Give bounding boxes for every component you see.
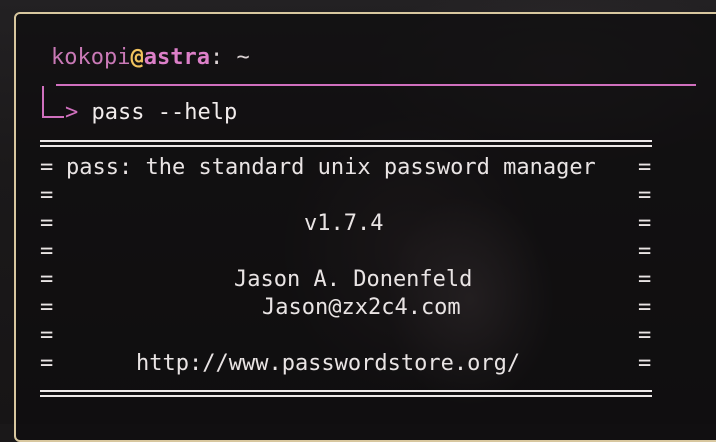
command-line[interactable]: > pass --help xyxy=(65,99,237,127)
banner-right-border: = xyxy=(638,238,651,266)
pass-help-banner: = pass: the standard unix password manag… xyxy=(40,140,652,400)
banner-left-border: = xyxy=(40,210,53,238)
prompt-path: ~ xyxy=(236,45,249,70)
prompt-branch-connector xyxy=(42,86,64,118)
banner-right-border: = xyxy=(638,294,651,322)
shell-prompt: kokopi@astra: ~ xyxy=(51,44,250,72)
banner-row-author: = Jason A. Donenfeld = xyxy=(40,266,660,294)
banner-left-border: = xyxy=(40,266,53,294)
banner-left-border: = xyxy=(40,322,53,350)
banner-bottom-border xyxy=(40,390,652,397)
banner-row-blank: = = xyxy=(40,182,660,210)
banner-left-border: = xyxy=(40,154,53,182)
terminal-window[interactable]: kokopi@astra: ~ > pass --help = pass: th… xyxy=(14,12,716,442)
banner-row-website: = http://www.passwordstore.org/ = xyxy=(40,350,660,378)
banner-right-border: = xyxy=(638,350,651,378)
banner-right-border: = xyxy=(638,154,651,182)
banner-left-border: = xyxy=(40,350,53,378)
banner-right-border: = xyxy=(638,210,651,238)
prompt-at-sign: @ xyxy=(130,45,143,70)
banner-row-email: = Jason@zx2c4.com = xyxy=(40,294,660,322)
prompt-hostname: astra xyxy=(144,45,210,70)
banner-right-border: = xyxy=(638,322,651,350)
banner-row-version: = v1.7.4 = xyxy=(40,210,660,238)
command-text: pass --help xyxy=(92,100,238,125)
banner-version: v1.7.4 xyxy=(304,210,383,238)
banner-left-border: = xyxy=(40,238,53,266)
prompt-separator-line xyxy=(56,84,696,86)
banner-right-border: = xyxy=(638,266,651,294)
banner-left-border: = xyxy=(40,294,53,322)
banner-row-blank: = = xyxy=(40,322,660,350)
banner-email: Jason@zx2c4.com xyxy=(262,294,461,322)
banner-right-border: = xyxy=(638,182,651,210)
prompt-username: kokopi xyxy=(51,45,130,70)
banner-top-border xyxy=(40,140,652,147)
banner-title: pass: the standard unix password manager xyxy=(66,154,596,182)
banner-left-border: = xyxy=(40,182,53,210)
banner-author: Jason A. Donenfeld xyxy=(234,266,472,294)
banner-row-title: = pass: the standard unix password manag… xyxy=(40,154,660,182)
prompt-colon: : xyxy=(210,45,223,70)
banner-row-blank: = = xyxy=(40,238,660,266)
banner-website: http://www.passwordstore.org/ xyxy=(136,350,520,378)
prompt-arrow-icon: > xyxy=(65,100,78,125)
